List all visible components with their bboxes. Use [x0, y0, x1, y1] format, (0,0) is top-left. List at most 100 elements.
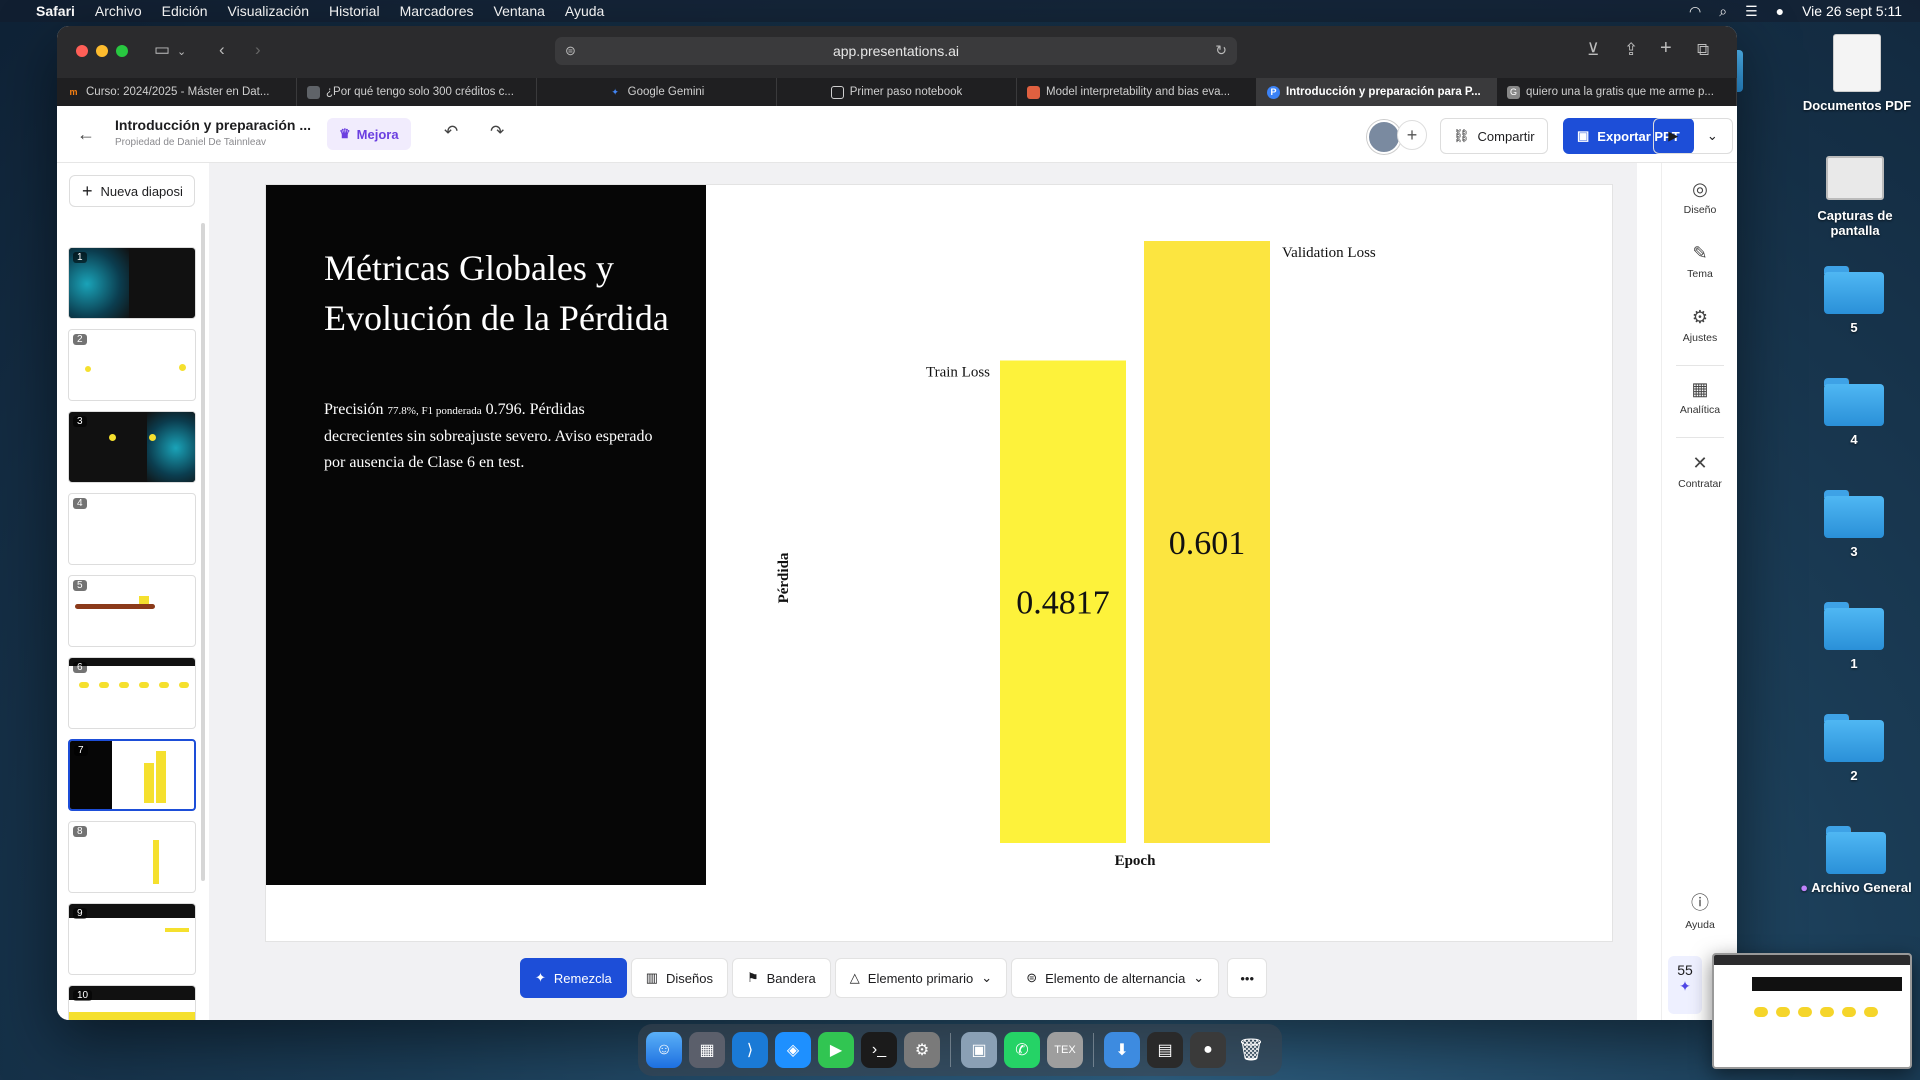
slide-body[interactable]: Precisión 77.8%, F1 ponderada 0.796. Pér…	[324, 397, 654, 476]
remix-button[interactable]: ✦ Remezcla	[520, 958, 627, 998]
slide-title[interactable]: Métricas Globales y Evolución de la Pérd…	[324, 243, 684, 343]
siri-icon[interactable]: ●	[1776, 3, 1784, 19]
tex-icon[interactable]: TEX	[1047, 1032, 1083, 1068]
designs-button[interactable]: ▥ Diseños	[630, 958, 728, 998]
rail-contratar[interactable]: ✕ Contratar	[1662, 453, 1737, 490]
vscode-icon[interactable]: ⟩	[732, 1032, 768, 1068]
control-center-icon[interactable]: ☰	[1745, 3, 1758, 20]
menu-datetime[interactable]: Vie 26 sept 5:11	[1802, 3, 1902, 19]
desktop-folder-1[interactable]: 1	[1794, 602, 1914, 671]
desktop-item-documentos-pdf[interactable]: Documentos PDF	[1797, 34, 1917, 113]
safari-icon[interactable]: ◈	[775, 1032, 811, 1068]
tab-curso[interactable]: m Curso: 2024/2025 - Máster en Dat...	[57, 78, 297, 106]
download-icon[interactable]: ⊻	[1587, 40, 1599, 60]
flag-button[interactable]: ⚑ Bandera	[731, 958, 831, 998]
menu-ayuda[interactable]: Ayuda	[565, 3, 604, 19]
primary-element-dropdown[interactable]: △ Elemento primario ⌄	[834, 958, 1008, 998]
desktop-folder-3[interactable]: 3	[1794, 490, 1914, 559]
rail-ayuda[interactable]: ⓘ Ayuda	[1662, 889, 1737, 931]
menu-bar: Safari Archivo Edición Visualización His…	[0, 0, 1920, 22]
menu-marcadores[interactable]: Marcadores	[400, 3, 474, 19]
preview-app-icon[interactable]: ▣	[961, 1032, 997, 1068]
desktop-folder-archivo-general[interactable]: ● Archivo General	[1794, 826, 1918, 895]
rail-ajustes[interactable]: ⚙ Ajustes	[1662, 307, 1737, 344]
finder-icon[interactable]: ☺	[646, 1032, 682, 1068]
new-tab-icon[interactable]: +	[1660, 37, 1672, 60]
launchpad-icon[interactable]: ▦	[689, 1032, 725, 1068]
back-arrow-icon[interactable]: ←	[77, 124, 95, 145]
powerpoint-icon: ▣	[1577, 128, 1590, 143]
add-collaborator-button[interactable]: +	[1397, 120, 1427, 150]
alternation-element-dropdown[interactable]: ⊜ Elemento de alternancia ⌄	[1011, 958, 1220, 998]
rail-diseno[interactable]: ◎ Diseño	[1662, 179, 1737, 216]
chevron-down-icon[interactable]: ⌄	[1707, 128, 1718, 144]
menu-visualizacion[interactable]: Visualización	[228, 3, 309, 19]
share-icon[interactable]: ⇪	[1624, 40, 1638, 60]
undo-icon[interactable]: ↶	[444, 122, 458, 142]
address-bar[interactable]: ⊜ app.presentations.ai ↻	[555, 37, 1237, 65]
slide-thumbnail[interactable]: 1	[68, 247, 196, 319]
slide-thumbnail-selected[interactable]: 7	[68, 739, 196, 811]
desktop-folder-2[interactable]: 2	[1794, 714, 1914, 783]
slide-thumbnail[interactable]: 8	[68, 821, 196, 893]
chevron-down-icon[interactable]: ⌄	[177, 45, 186, 58]
spotlight-icon[interactable]: ⌕	[1719, 3, 1727, 20]
redo-icon[interactable]: ↷	[490, 122, 504, 142]
minimize-window-button[interactable]	[96, 45, 108, 57]
tab-gemini[interactable]: ✦ Google Gemini	[537, 78, 777, 106]
terminal-icon[interactable]: ›_	[861, 1032, 897, 1068]
screenshot-preview-thumbnail[interactable]	[1712, 953, 1912, 1069]
slide-thumbnail[interactable]: 9	[68, 903, 196, 975]
tab-notebook[interactable]: Primer paso notebook	[777, 78, 1017, 106]
tab-quiero[interactable]: Gquiero una la gratis que me arme p...	[1497, 78, 1737, 106]
slide-thumbnail[interactable]: 10	[68, 985, 196, 1020]
desktop-folder-4[interactable]: 4	[1794, 378, 1914, 447]
present-button[interactable]: ▶ ⌄	[1653, 118, 1733, 154]
link-icon: ⛓	[1453, 128, 1470, 143]
wifi-icon[interactable]: ◠	[1689, 3, 1701, 20]
close-window-button[interactable]	[76, 45, 88, 57]
tab-interpretability[interactable]: Model interpretability and bias eva...	[1017, 78, 1257, 106]
menu-ventana[interactable]: Ventana	[494, 3, 545, 19]
whatsapp-icon[interactable]: ✆	[1004, 1032, 1040, 1068]
credits-badge[interactable]: 55 ✦	[1668, 956, 1702, 1014]
rail-tema[interactable]: ✎ Tema	[1662, 243, 1737, 280]
menu-app-name[interactable]: Safari	[36, 3, 75, 19]
forward-icon[interactable]: ›	[255, 40, 261, 60]
thumbnails-scrollbar[interactable]	[201, 223, 205, 881]
sidebar-toggle-icon[interactable]: ▭	[154, 40, 170, 60]
rail-analitica[interactable]: ▦ Analítica	[1662, 379, 1737, 416]
downloads-folder-icon[interactable]: ⬇	[1104, 1032, 1140, 1068]
tab-overview-icon[interactable]: ⧉	[1697, 40, 1709, 60]
site-settings-icon[interactable]: ⊜	[565, 43, 576, 59]
tab-introduccion[interactable]: P Introducción y preparación para P...	[1257, 78, 1497, 106]
document-title[interactable]: Introducción y preparación ...	[115, 117, 311, 133]
menu-archivo[interactable]: Archivo	[95, 3, 142, 19]
upgrade-button[interactable]: ♛ Mejora	[327, 118, 411, 150]
tab-creditos[interactable]: ¿Por qué tengo solo 300 créditos c...	[297, 78, 537, 106]
app-header: ← Introducción y preparación ... Propied…	[57, 106, 1737, 163]
slide-canvas[interactable]: Métricas Globales y Evolución de la Pérd…	[266, 185, 1612, 941]
menu-edicion[interactable]: Edición	[162, 3, 208, 19]
facetime-icon[interactable]: ▶	[818, 1032, 854, 1068]
new-slide-button[interactable]: + Nueva diaposi	[69, 175, 195, 207]
loss-bar-chart[interactable]: 0.4817 Train Loss 0.601 Validation Loss Epoc…	[706, 185, 1612, 885]
slide-thumbnail[interactable]: 5	[68, 575, 196, 647]
more-options-button[interactable]: •••	[1227, 958, 1268, 998]
menu-historial[interactable]: Historial	[329, 3, 380, 19]
avatar[interactable]	[1367, 120, 1401, 154]
screenshot-stack-icon[interactable]: ▤	[1147, 1032, 1183, 1068]
screen-recording-icon[interactable]: ●	[1190, 1032, 1226, 1068]
desktop-folder-5[interactable]: 5	[1794, 266, 1914, 335]
zoom-window-button[interactable]	[116, 45, 128, 57]
slide-thumbnail[interactable]: 6	[68, 657, 196, 729]
share-button[interactable]: ⛓ Compartir	[1440, 118, 1548, 154]
slide-thumbnail[interactable]: 4	[68, 493, 196, 565]
desktop-item-capturas[interactable]: Capturas de pantalla	[1795, 156, 1915, 238]
slide-thumbnail[interactable]: 3	[68, 411, 196, 483]
slide-thumbnail[interactable]: 2	[68, 329, 196, 401]
back-icon[interactable]: ‹	[219, 40, 225, 60]
system-settings-icon[interactable]: ⚙	[904, 1032, 940, 1068]
trash-icon[interactable]: 🗑	[1233, 1032, 1269, 1068]
reload-icon[interactable]: ↻	[1215, 42, 1227, 59]
